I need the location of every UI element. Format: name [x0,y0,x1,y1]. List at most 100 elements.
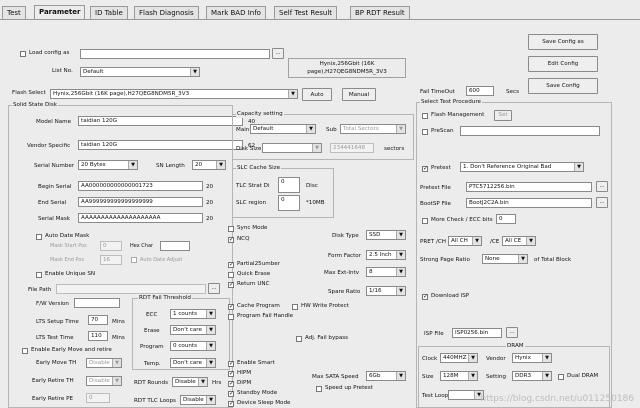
pretest-select[interactable]: 1. Don't Reference Original Bad ▼ [460,162,584,172]
lts-setup-input[interactable]: 70 [88,315,108,325]
load-config-checkbox[interactable] [20,51,26,57]
chevron-down-icon: ▼ [206,342,215,350]
bootsp-file-input[interactable]: BootJ2C2A.bin [466,198,592,208]
dram-setting-select[interactable]: DDR3 ▼ [512,371,552,381]
spare-ratio-select[interactable]: 1/16 ▼ [366,286,406,296]
dram-size-select[interactable]: 128M ▼ [440,371,478,381]
rdt-ecc-select[interactable]: 1 counts ▼ [170,309,216,319]
max-sata-speed-select[interactable]: 6Gb ▼ [366,371,406,381]
more-check-checkbox[interactable] [422,218,428,224]
dram-test-loop-select[interactable]: ▼ [448,390,484,400]
tab-bp-rdt-result[interactable]: BP RDT Result [350,6,410,19]
prescan-input[interactable] [460,126,600,136]
hw-write-protect-checkbox[interactable] [292,304,298,310]
adj-fail-bypass-checkbox[interactable] [296,336,302,342]
more-check-input[interactable]: 0 [496,214,516,224]
pret-ch-select[interactable]: All CH ▼ [448,236,482,246]
save-config-as-button[interactable]: Save Config as [528,34,598,50]
fw-version-input[interactable] [74,298,120,308]
mask-start-pos-input[interactable]: 0 [100,241,122,251]
disk-type-select[interactable]: SSD ▼ [366,230,406,240]
load-config-browse-button[interactable]: ... [272,48,284,59]
edit-config-button[interactable]: Edit Config [528,56,598,72]
auto-date-mask-checkbox[interactable] [36,234,42,240]
begin-serial-input[interactable]: AA000000000000001723 [78,181,203,191]
flash-management-checkbox[interactable] [422,113,428,119]
model-name-input[interactable]: taidian 120G [78,116,243,126]
tlc-strat-input[interactable]: 0 [278,177,300,193]
quick-erase-checkbox[interactable] [228,272,234,278]
end-serial-input[interactable]: AA999999999999999999 [78,197,203,207]
tab-flash-diagnosis[interactable]: Flash Diagnosis [134,6,199,19]
slc-region-input[interactable]: 0 [278,195,300,211]
sn-length-select[interactable]: 20 ▼ [192,160,226,170]
save-config-button[interactable]: Save Config [528,78,598,94]
tab-parameter[interactable]: Parameter [34,5,86,19]
partial-number-checkbox[interactable]: ✓ [228,262,234,268]
isp-file-browse-button[interactable]: ... [506,327,518,338]
dram-clock-select[interactable]: 440MHZ ▼ [440,353,478,363]
auto-date-adjust-checkbox[interactable] [131,257,137,263]
early-retire-pe-input[interactable]: 0 [86,393,110,403]
manual-button[interactable]: Manual [342,88,376,101]
flash-select[interactable]: Hynix,256Gbit (16K page),H27QEG8NDM5R_3V… [50,89,298,99]
list-no-select[interactable]: Default ▼ [80,67,200,77]
auto-button[interactable]: Auto [302,88,332,101]
early-move-th-select[interactable]: Disable ▼ [86,358,122,368]
mask-end-pos-input[interactable]: 16 [100,255,122,265]
pretest-file-browse-button[interactable]: ... [596,181,608,192]
vendor-specific-input[interactable]: taidian 120G [78,140,243,150]
device-sleep-mode-checkbox[interactable]: ✓ [228,401,234,407]
file-path-browse-button[interactable]: ... [208,283,220,294]
disk-size-select[interactable]: ▼ [262,143,322,153]
strong-page-ratio-select[interactable]: None ▼ [482,254,528,264]
serial-mask-input[interactable]: AAAAAAAAAAAAAAAAAAAA [78,213,203,223]
sync-mode-checkbox[interactable] [228,226,234,232]
flash-management-set-button[interactable]: Set [494,110,512,121]
tab-self-test-result[interactable]: Self Test Result [274,6,338,19]
chevron-down-icon: ▼ [396,231,405,239]
enable-early-move-checkbox[interactable] [22,348,28,354]
hipm-checkbox[interactable]: ✓ [228,371,234,377]
lts-test-input[interactable]: 110 [88,331,108,341]
tab-test[interactable]: Test [2,6,26,19]
file-path-input[interactable] [56,284,206,294]
cache-program-checkbox[interactable]: ✓ [228,304,234,310]
tab-mark-bad-info[interactable]: Mark BAD Info [206,6,266,19]
dual-dram-checkbox[interactable] [558,374,564,380]
fail-timeout-input[interactable]: 600 [466,86,494,96]
isp-file-input[interactable]: ISP0256.bin [452,328,502,338]
rdt-rounds-select[interactable]: Disable ▼ [172,377,208,387]
hex-char-input[interactable] [160,241,190,251]
dram-vendor-select[interactable]: Hynix ▼ [512,353,552,363]
ce-select[interactable]: All CE ▼ [502,236,536,246]
load-config-input[interactable] [80,49,270,59]
early-retire-th-select[interactable]: Disable ▼ [86,376,122,386]
tab-id-table[interactable]: ID Table [90,6,128,19]
pretest-file-input[interactable]: PTC5712256.bin [466,182,592,192]
serial-number-select[interactable]: 20 Bytes ▼ [78,160,138,170]
ncq-checkbox[interactable]: ✓ [228,237,234,243]
prescan-checkbox[interactable] [422,129,428,135]
pretest-checkbox[interactable]: ✓ [422,166,428,172]
download-isp-checkbox[interactable]: ✓ [422,294,428,300]
rdt-program-select[interactable]: 0 counts ▼ [170,341,216,351]
rdt-erase-select[interactable]: Don't care ▼ [170,325,216,335]
speed-up-pretest-checkbox[interactable] [316,386,322,392]
enable-smart-checkbox[interactable]: ✓ [228,361,234,367]
bootsp-file-browse-button[interactable]: ... [596,197,608,208]
capacity-main-select[interactable]: Default ▼ [250,124,316,134]
chevron-down-icon: ▼ [312,144,321,152]
capacity-sub-select[interactable]: Total Sectors ▼ [340,124,406,134]
vendor-specific-label: Vendor Specific [27,143,71,149]
return-unc-checkbox[interactable]: ✓ [228,282,234,288]
enable-unique-sn-checkbox[interactable] [36,272,42,278]
disk-size-input[interactable]: 234441648 [330,143,374,153]
max-ext-intv-select[interactable]: 8 ▼ [366,267,406,277]
rdt-tlc-loops-select[interactable]: Disable ▼ [180,395,216,405]
program-fail-handle-checkbox[interactable] [228,314,234,320]
rdt-temp-select[interactable]: Don't care ▼ [170,358,216,368]
standby-mode-checkbox[interactable]: ✓ [228,391,234,397]
dipm-checkbox[interactable]: ✓ [228,381,234,387]
form-factor-select[interactable]: 2.5 Inch ▼ [366,250,406,260]
